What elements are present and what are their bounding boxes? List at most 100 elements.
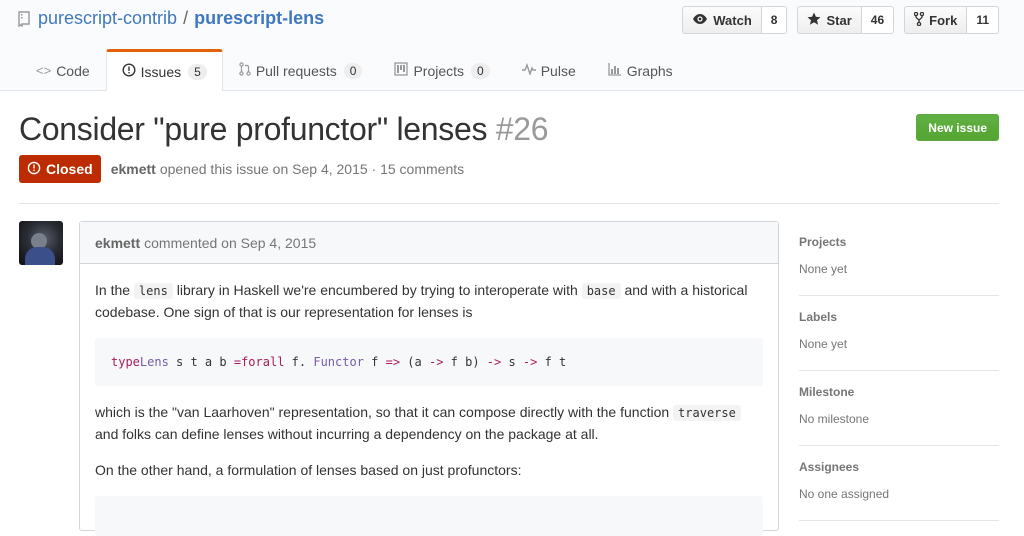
sidebar-value: No milestone: [799, 412, 870, 426]
sidebar-labels[interactable]: Labels None yet: [799, 296, 999, 371]
repo-header: purescript-contrib / purescript-lens Wat…: [0, 0, 1024, 91]
code-token: forall: [241, 354, 285, 369]
pulls-counter: 0: [343, 62, 363, 79]
issue-header: Consider "pure profunctor" lenses #26 Ne…: [19, 108, 999, 183]
code-token: =>: [385, 354, 401, 369]
sidebar-value: None yet: [799, 337, 848, 351]
sidebar-milestone[interactable]: Milestone No milestone: [799, 371, 999, 446]
tab-graphs-label: Graphs: [626, 62, 673, 79]
code-block-lens-type: type Lens s t a b = forall f. Functor f …: [95, 338, 763, 386]
pulse-icon: [521, 62, 536, 78]
tab-pulse-label: Pulse: [540, 62, 576, 79]
text-span: which is the "van Laarhoven" representat…: [95, 404, 674, 420]
avatar-body-shape: [25, 247, 55, 265]
issue-opened-text: opened this issue on Sep 4, 2015 · 15 co…: [159, 161, 465, 177]
comment-timestamp[interactable]: commented on Sep 4, 2015: [144, 235, 316, 251]
comment-paragraph-1: In the lens library in Haskell we're enc…: [95, 280, 763, 323]
tab-code[interactable]: <> Code: [20, 49, 106, 91]
git-pull-request-icon: [239, 62, 251, 79]
tab-graphs[interactable]: Graphs: [592, 49, 689, 91]
code-token: f: [363, 354, 386, 369]
pagehead-actions: Watch 8 Star 46 Fork 11: [682, 6, 999, 34]
sidebar-heading: Milestone: [799, 385, 855, 399]
tab-pull-requests-label: Pull requests: [255, 62, 337, 79]
inline-code-traverse: traverse: [673, 405, 741, 421]
issue-title: Consider "pure profunctor" lenses #26: [19, 108, 999, 150]
repo-name-link[interactable]: purescript-lens: [194, 8, 324, 29]
tab-code-label: Code: [56, 62, 90, 79]
avatar[interactable]: [19, 221, 63, 265]
watch-count[interactable]: 8: [761, 6, 788, 34]
code-token: f t: [537, 354, 567, 369]
code-block-profunctor: [95, 496, 763, 536]
header-divider: [19, 203, 999, 204]
issue-closed-icon: [27, 161, 41, 178]
code-token: f.: [284, 354, 314, 369]
code-token: s: [501, 354, 523, 369]
code-token: Functor: [313, 354, 364, 369]
comment-header: ekmett commented on Sep 4, 2015: [80, 222, 778, 264]
tab-issues[interactable]: Issues 5: [105, 49, 223, 91]
inline-code-lens: lens: [133, 283, 173, 299]
sidebar-value: No one assigned: [799, 487, 890, 501]
tab-pulse[interactable]: Pulse: [506, 49, 592, 91]
star-count[interactable]: 46: [861, 6, 895, 34]
comment-body: In the lens library in Haskell we're enc…: [80, 264, 778, 536]
repo-owner-link[interactable]: purescript-contrib: [38, 8, 177, 29]
watch-label: Watch: [713, 12, 752, 28]
tab-projects[interactable]: Projects 0: [378, 49, 505, 91]
fork-button[interactable]: Fork: [904, 6, 968, 34]
sidebar-value: None yet: [799, 262, 848, 276]
fork-icon: [913, 11, 925, 29]
inline-code-base: base: [581, 283, 621, 299]
repo-title: purescript-contrib / purescript-lens: [18, 8, 324, 29]
code-token: =: [233, 354, 242, 369]
star-button[interactable]: Star: [797, 6, 862, 34]
text-span: and folks can define lenses without incu…: [95, 426, 599, 442]
status-badge: Closed: [19, 155, 101, 183]
new-issue-button[interactable]: New issue: [916, 114, 999, 141]
comment-author-link[interactable]: ekmett: [95, 235, 140, 251]
sidebar-heading: Labels: [799, 310, 838, 324]
issue-author-link[interactable]: ekmett: [111, 161, 156, 177]
comment-paragraph-2: which is the "van Laarhoven" representat…: [95, 402, 763, 445]
fork-group: Fork 11: [904, 6, 999, 34]
code-token: ->: [428, 354, 444, 369]
issue-sidebar: Projects None yet Labels None yet Milest…: [799, 221, 999, 521]
tab-pull-requests[interactable]: Pull requests 0: [223, 49, 379, 91]
issue-title-text: Consider "pure profunctor" lenses: [19, 111, 488, 147]
issue-opened-icon: [122, 63, 136, 80]
graph-icon: [608, 62, 622, 79]
sidebar-heading: Assignees: [799, 460, 860, 474]
star-icon: [807, 12, 821, 29]
code-token: ->: [522, 354, 538, 369]
eye-icon: [692, 13, 708, 28]
issues-counter: 5: [188, 63, 207, 80]
projects-counter: 0: [471, 62, 490, 79]
project-icon: [394, 62, 409, 79]
star-label: Star: [826, 12, 852, 28]
comment: ekmett commented on Sep 4, 2015 In the l…: [79, 221, 779, 536]
issue-meta: Closed ekmett opened this issue on Sep 4…: [19, 155, 464, 183]
repo-icon: [18, 10, 30, 27]
code-icon: <>: [36, 63, 52, 78]
tab-projects-label: Projects: [413, 62, 465, 79]
sidebar-assignees[interactable]: Assignees No one assigned: [799, 446, 999, 521]
fork-count[interactable]: 11: [967, 6, 999, 34]
code-token: type: [111, 354, 140, 369]
watch-group: Watch 8: [682, 6, 788, 34]
code-token: ->: [486, 354, 502, 369]
issue-number: #26: [495, 111, 549, 147]
fork-label: Fork: [929, 12, 958, 28]
code-token: s t a b: [168, 354, 234, 369]
star-group: Star 46: [797, 6, 895, 34]
sidebar-projects[interactable]: Projects None yet: [799, 221, 999, 296]
watch-button[interactable]: Watch: [682, 6, 762, 34]
repo-nav: <> Code Issues 5 Pull requests 0 Project…: [20, 49, 689, 91]
text-span: library in Haskell we're encumbered by t…: [172, 282, 582, 298]
text-span: In the: [95, 282, 134, 298]
comment-paragraph-3: On the other hand, a formulation of lens…: [95, 462, 522, 478]
sidebar-heading: Projects: [799, 235, 847, 249]
tab-issues-label: Issues: [140, 63, 182, 80]
repo-separator: /: [183, 8, 189, 28]
